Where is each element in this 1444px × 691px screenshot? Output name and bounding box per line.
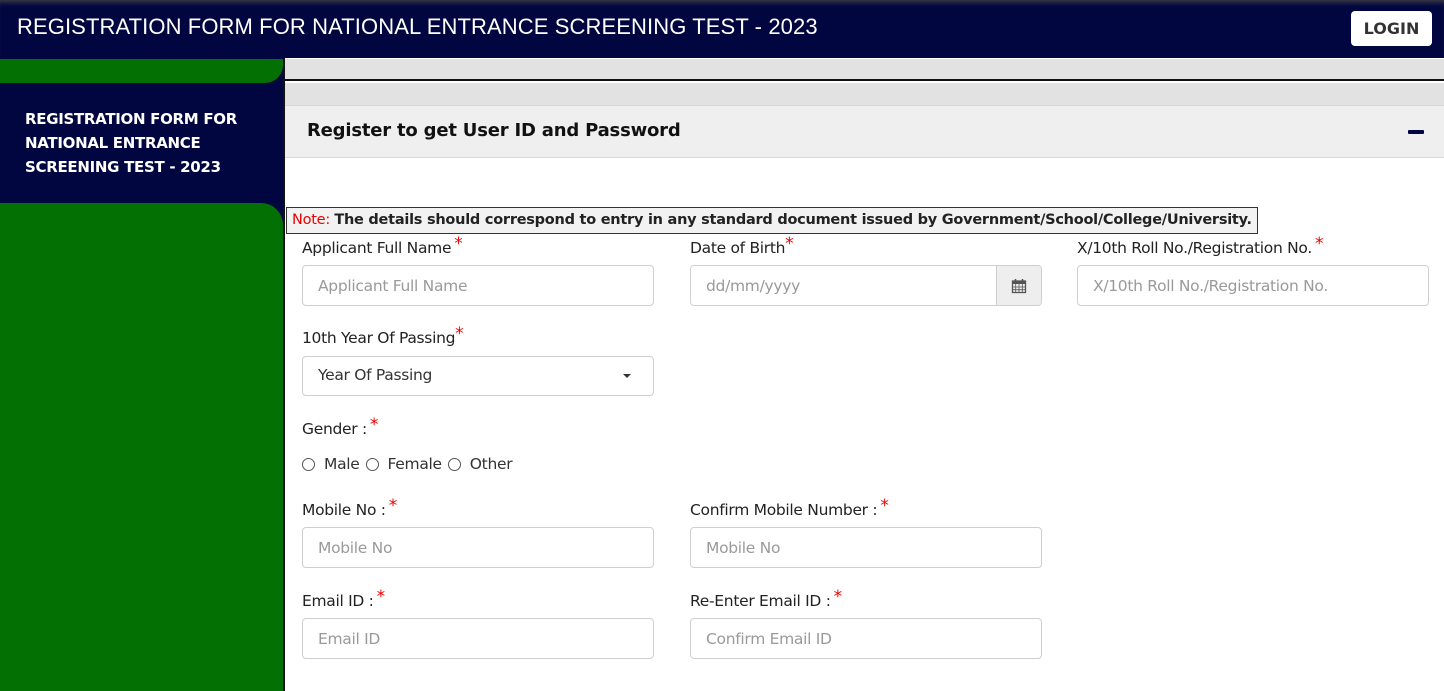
full-name-label: Applicant Full Name *	[302, 234, 463, 258]
second-strip	[285, 83, 1444, 105]
confirm-mobile-label: Confirm Mobile Number : *	[690, 496, 889, 520]
required-marker: *	[369, 415, 379, 435]
roll-no-label: X/10th Roll No./Registration No. *	[1077, 234, 1323, 258]
email-label-text: Email ID :	[302, 592, 374, 610]
roll-no-label-text: X/10th Roll No./Registration No.	[1077, 239, 1312, 257]
panel-title: Register to get User ID and Password	[307, 120, 681, 141]
note-banner: Note: The details should correspond to e…	[286, 207, 1258, 234]
login-button[interactable]: LOGIN	[1351, 11, 1432, 46]
confirm-email-label-text: Re-Enter Email ID :	[690, 592, 831, 610]
top-strip	[285, 59, 1444, 81]
radio-label: Other	[469, 455, 513, 473]
sidebar-green-band-top	[0, 59, 283, 83]
radio-button[interactable]	[302, 457, 315, 471]
dob-label: Date of Birth*	[690, 234, 794, 258]
note-label: Note:	[292, 212, 330, 228]
confirm-mobile-label-text: Confirm Mobile Number :	[690, 501, 878, 519]
year-of-passing-select[interactable]: Year Of Passing	[302, 356, 654, 396]
required-marker: *	[454, 234, 463, 254]
gender-radio-group: Male Female Other	[302, 455, 513, 473]
sidebar: REGISTRATION FORM FOR NATIONAL ENTRANCE …	[0, 58, 283, 691]
sidebar-green-band-bottom	[0, 203, 283, 691]
radio-button[interactable]	[447, 457, 461, 471]
dob-label-text: Date of Birth	[690, 239, 786, 257]
panel-header[interactable]: Register to get User ID and Password	[285, 105, 1444, 158]
minus-icon[interactable]	[1408, 130, 1424, 134]
confirm-email-label: Re-Enter Email ID : *	[690, 587, 842, 611]
full-name-label-text: Applicant Full Name	[302, 239, 452, 257]
email-input[interactable]	[302, 618, 654, 659]
caret-down-icon	[623, 374, 631, 378]
gender-option-male[interactable]: Male	[302, 455, 360, 473]
radio-label: Female	[387, 455, 443, 473]
app-title: REGISTRATION FORM FOR NATIONAL ENTRANCE …	[17, 14, 818, 39]
confirm-email-input[interactable]	[690, 618, 1042, 659]
required-marker: *	[388, 496, 398, 516]
year-of-passing-label: 10th Year Of Passing*	[302, 324, 464, 348]
radio-label: Male	[324, 455, 360, 473]
mobile-label-text: Mobile No :	[302, 501, 386, 519]
gender-option-other[interactable]: Other	[447, 455, 513, 473]
required-marker: *	[455, 324, 464, 344]
email-label: Email ID : *	[302, 587, 385, 611]
required-marker: *	[833, 587, 843, 607]
gender-label-text: Gender :	[302, 420, 367, 438]
mobile-label: Mobile No : *	[302, 496, 397, 520]
required-marker: *	[880, 496, 889, 516]
calendar-icon	[1011, 278, 1027, 293]
radio-button[interactable]	[365, 457, 379, 471]
required-marker: *	[376, 587, 386, 607]
year-of-passing-value: Year Of Passing	[318, 366, 433, 384]
top-header: REGISTRATION FORM FOR NATIONAL ENTRANCE …	[0, 0, 1444, 58]
dob-input[interactable]	[691, 266, 996, 305]
mobile-input[interactable]	[302, 527, 654, 568]
required-marker: *	[1314, 234, 1324, 254]
note-text: The details should correspond to entry i…	[334, 212, 1252, 228]
sidebar-title: REGISTRATION FORM FOR NATIONAL ENTRANCE …	[25, 110, 238, 176]
gender-label: Gender : *	[302, 415, 378, 439]
gender-option-female[interactable]: Female	[365, 455, 443, 473]
dob-field	[690, 265, 1042, 306]
full-name-input[interactable]	[302, 265, 654, 306]
year-of-passing-label-text: 10th Year Of Passing	[302, 329, 456, 347]
main-content: Register to get User ID and Password Not…	[283, 58, 1444, 691]
required-marker: *	[785, 234, 794, 254]
roll-no-input[interactable]	[1077, 265, 1429, 306]
confirm-mobile-input[interactable]	[690, 527, 1042, 568]
calendar-button[interactable]	[996, 266, 1041, 305]
